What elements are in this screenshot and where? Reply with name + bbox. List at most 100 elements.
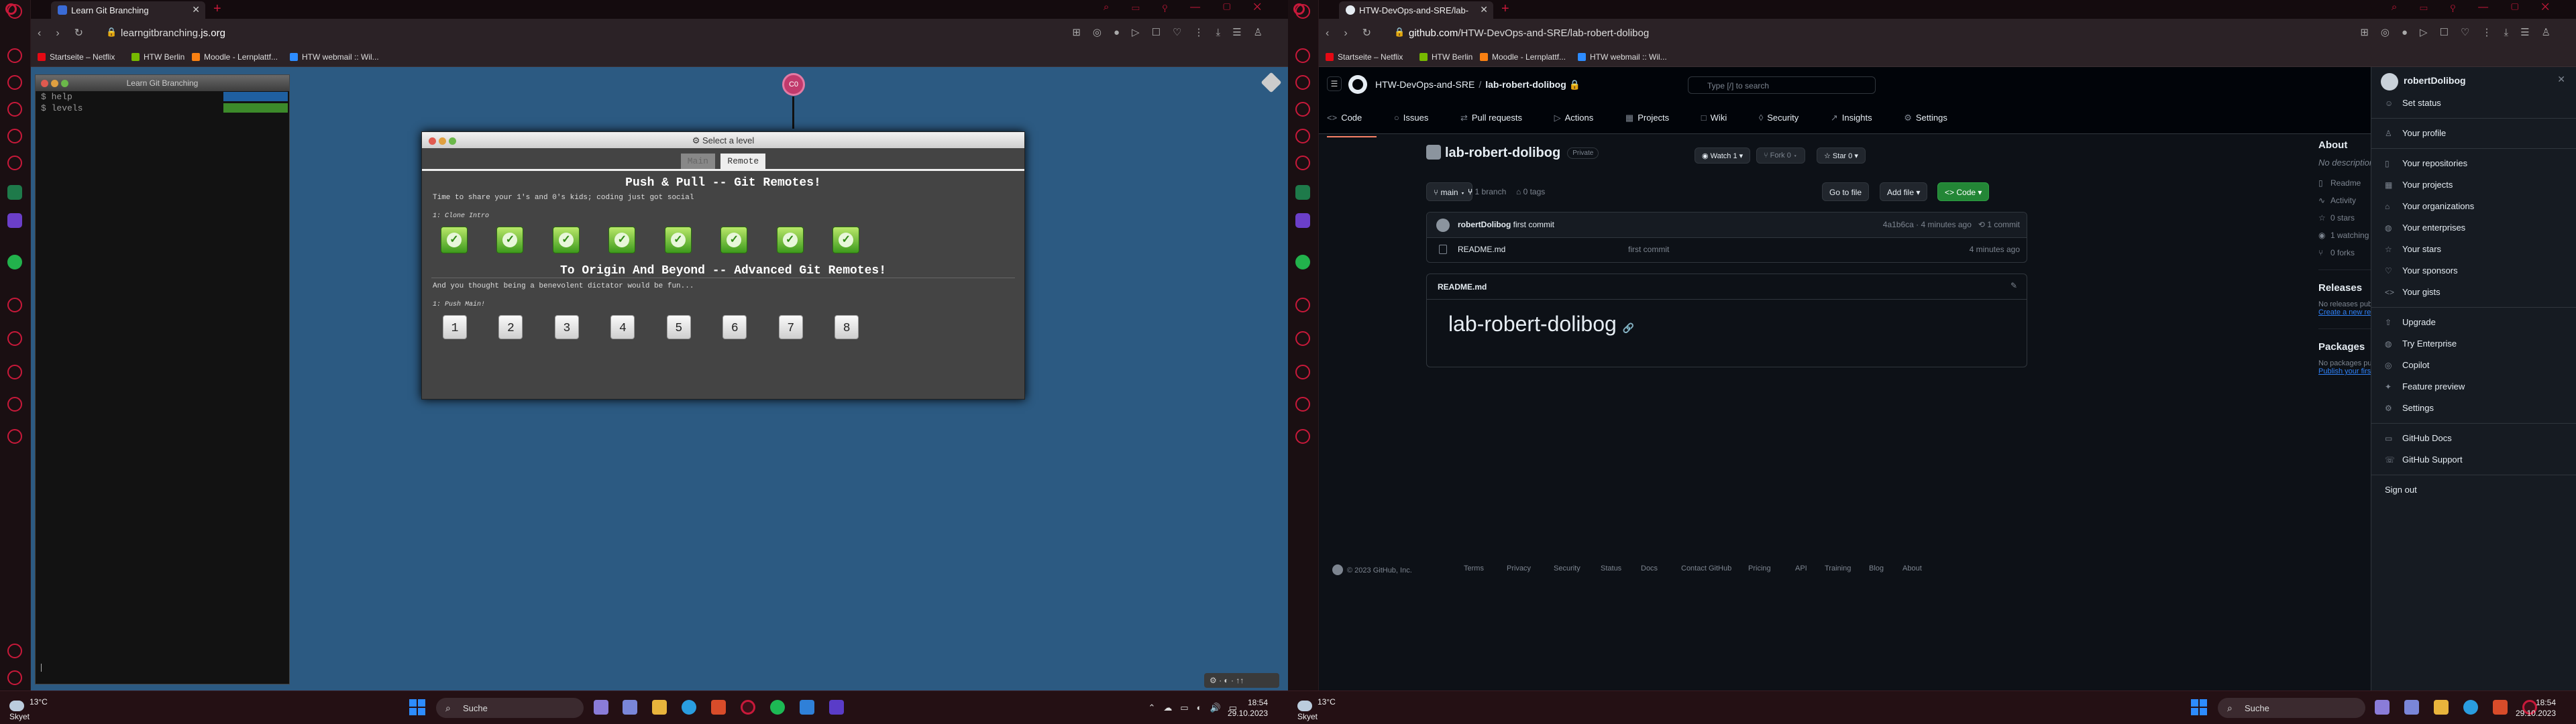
chatgpt-icon[interactable] <box>7 185 22 200</box>
fork-button[interactable]: ⑂ Fork 0 ▾ <box>1756 147 1805 164</box>
spotify-icon[interactable] <box>770 700 785 715</box>
go-to-file-button[interactable]: Go to file <box>1822 182 1870 201</box>
level-button[interactable]: 4 <box>610 315 635 339</box>
app-icon[interactable] <box>829 700 844 715</box>
footer-link[interactable]: Security <box>1554 564 1580 572</box>
level-button-done[interactable]: ✓ <box>608 227 636 253</box>
tab-main[interactable]: Main <box>680 154 715 169</box>
tab-security[interactable]: ◊ Security <box>1759 113 1813 136</box>
window-controls[interactable]: ⌕▭⚲—▢✕ <box>2392 1 2572 13</box>
weather-widget[interactable]: 13°C Skyet <box>1297 697 1336 722</box>
level-button[interactable]: 8 <box>835 315 859 339</box>
twitch-icon[interactable] <box>7 75 22 90</box>
git-commit-node[interactable]: C0 <box>782 73 805 96</box>
taskview-icon[interactable] <box>594 700 608 715</box>
taskbar-search[interactable]: ⌕ Suche <box>436 698 584 718</box>
settings-widget[interactable]: ⚙ · ◐ · ↑↑ <box>1204 673 1279 688</box>
bookmark-htw[interactable]: HTW Berlin <box>1419 52 1472 62</box>
tab-learn-git-branching[interactable]: Learn Git Branching ✕ <box>51 1 205 19</box>
watch-button[interactable]: ◉ Watch 1 ▾ <box>1695 147 1751 164</box>
level-button[interactable]: 6 <box>722 315 747 339</box>
level-button[interactable]: 7 <box>778 315 803 339</box>
breadcrumb-org[interactable]: HTW-DevOps-and-SRE <box>1375 79 1474 90</box>
tags-link[interactable]: ⌂ 0 tags <box>1516 187 1545 196</box>
tab-projects[interactable]: ▦ Projects <box>1625 113 1684 136</box>
close-tab-icon[interactable]: ✕ <box>1480 4 1488 15</box>
file-name[interactable]: README.md <box>1458 245 1505 254</box>
footer-link[interactable]: Contact GitHub <box>1681 564 1731 572</box>
history-icon[interactable] <box>1295 365 1310 379</box>
pinboard-icon[interactable] <box>1295 331 1310 346</box>
opera-taskbar-icon[interactable] <box>741 700 755 715</box>
footer-link[interactable]: Pricing <box>1748 564 1771 572</box>
tab-insights[interactable]: ↗ Insights <box>1831 113 1887 136</box>
bookmark-htw[interactable]: HTW Berlin <box>131 52 184 62</box>
footer-link[interactable]: About <box>1902 564 1922 572</box>
extensions-icon[interactable] <box>1295 397 1310 412</box>
settings-icon[interactable] <box>7 429 22 444</box>
new-tab-icon[interactable]: + <box>213 1 221 17</box>
code-button[interactable]: <> Code ▾ <box>1937 182 1990 201</box>
vscode-icon[interactable] <box>800 700 814 715</box>
lock-icon[interactable]: 🔒 <box>1394 27 1405 38</box>
lock-icon[interactable]: 🔒 <box>106 27 117 38</box>
instagram-icon[interactable] <box>1295 156 1310 170</box>
menu-github-support[interactable]: ☏ GitHub Support <box>2371 449 2576 471</box>
level-button[interactable]: 2 <box>498 315 523 339</box>
branch-select[interactable]: ⑂ main ▾ <box>1426 182 1473 201</box>
file-commit-msg[interactable]: first commit <box>1628 245 1669 254</box>
tab-wiki[interactable]: □ Wiki <box>1701 113 1741 136</box>
explorer-icon[interactable] <box>2434 700 2449 715</box>
close-icon[interactable]: ✕ <box>2557 74 2565 85</box>
footer-link[interactable]: Blog <box>1869 564 1884 572</box>
footer-link[interactable]: Docs <box>1641 564 1658 572</box>
window-controls[interactable]: ⌕▭⚲—▢✕ <box>1104 1 1284 13</box>
weather-widget[interactable]: 13°C Skyet <box>9 697 48 722</box>
bookmarks-icon[interactable] <box>1295 129 1310 143</box>
aria-icon[interactable] <box>7 213 22 228</box>
pinboard-icon[interactable] <box>7 331 22 346</box>
opera-logo-icon[interactable] <box>1293 3 1305 15</box>
footer-link[interactable]: API <box>1795 564 1807 572</box>
menu-set-status[interactable]: ☺ Set status <box>2371 93 2576 114</box>
tab-issues[interactable]: ○ Issues <box>1394 113 1443 136</box>
url-field[interactable]: learngitbranching.js.org <box>121 27 225 39</box>
menu-your-sponsors[interactable]: ♡ Your sponsors <box>2371 260 2576 282</box>
menu-your-organizations[interactable]: ⌂ Your organizations <box>2371 196 2576 217</box>
pencil-icon[interactable]: ✎ <box>2010 281 2017 290</box>
level-button-done[interactable]: ✓ <box>833 227 860 253</box>
speed-dial-icon[interactable] <box>7 48 22 63</box>
teams-icon[interactable] <box>2404 700 2419 715</box>
menu-try-enterprise[interactable]: ◍ Try Enterprise <box>2371 333 2576 355</box>
menu-feature-preview[interactable]: ✦ Feature preview <box>2371 376 2576 398</box>
footer-link[interactable]: Training <box>1825 564 1851 572</box>
tab-code[interactable]: <> Code <box>1327 113 1377 137</box>
sidebar-setup-icon[interactable] <box>7 644 22 658</box>
footer-link[interactable]: Terms <box>1464 564 1484 572</box>
clock[interactable]: 18:54 29.10.2023 <box>2516 697 2556 719</box>
more-icon[interactable] <box>7 670 22 685</box>
level-button-done[interactable]: ✓ <box>496 227 524 253</box>
menu-your-stars[interactable]: ☆ Your stars <box>2371 239 2576 260</box>
star-button[interactable]: ☆ Star 0 ▾ <box>1817 147 1866 164</box>
tab-remote[interactable]: Remote <box>720 154 766 169</box>
edge-icon[interactable] <box>2463 700 2478 715</box>
store-icon[interactable] <box>711 700 726 715</box>
menu-your-profile[interactable]: ♙ Your profile <box>2371 123 2576 144</box>
nav-buttons[interactable]: ‹›↻ <box>1326 26 1386 40</box>
taskbar-search[interactable]: ⌕ Suche <box>2218 698 2365 718</box>
whatsapp-icon[interactable] <box>7 255 22 269</box>
player-icon[interactable] <box>7 298 22 312</box>
tab-actions[interactable]: ▷ Actions <box>1554 113 1609 136</box>
bookmark-netflix[interactable]: Startseite – Netflix <box>38 52 115 62</box>
menu-your-gists[interactable]: <> Your gists <box>2371 282 2576 303</box>
terminal-cursor[interactable] <box>41 664 47 672</box>
add-file-button[interactable]: Add file ▾ <box>1880 182 1928 201</box>
menu-icon[interactable]: ☰ <box>1327 76 1342 91</box>
level-button-done[interactable]: ✓ <box>664 227 692 253</box>
level-button[interactable]: 3 <box>554 315 579 339</box>
clock[interactable]: 18:54 29.10.2023 <box>1228 697 1268 719</box>
history-icon[interactable] <box>7 365 22 379</box>
nav-buttons[interactable]: ‹›↻ <box>38 26 98 40</box>
settings-icon[interactable] <box>1295 429 1310 444</box>
